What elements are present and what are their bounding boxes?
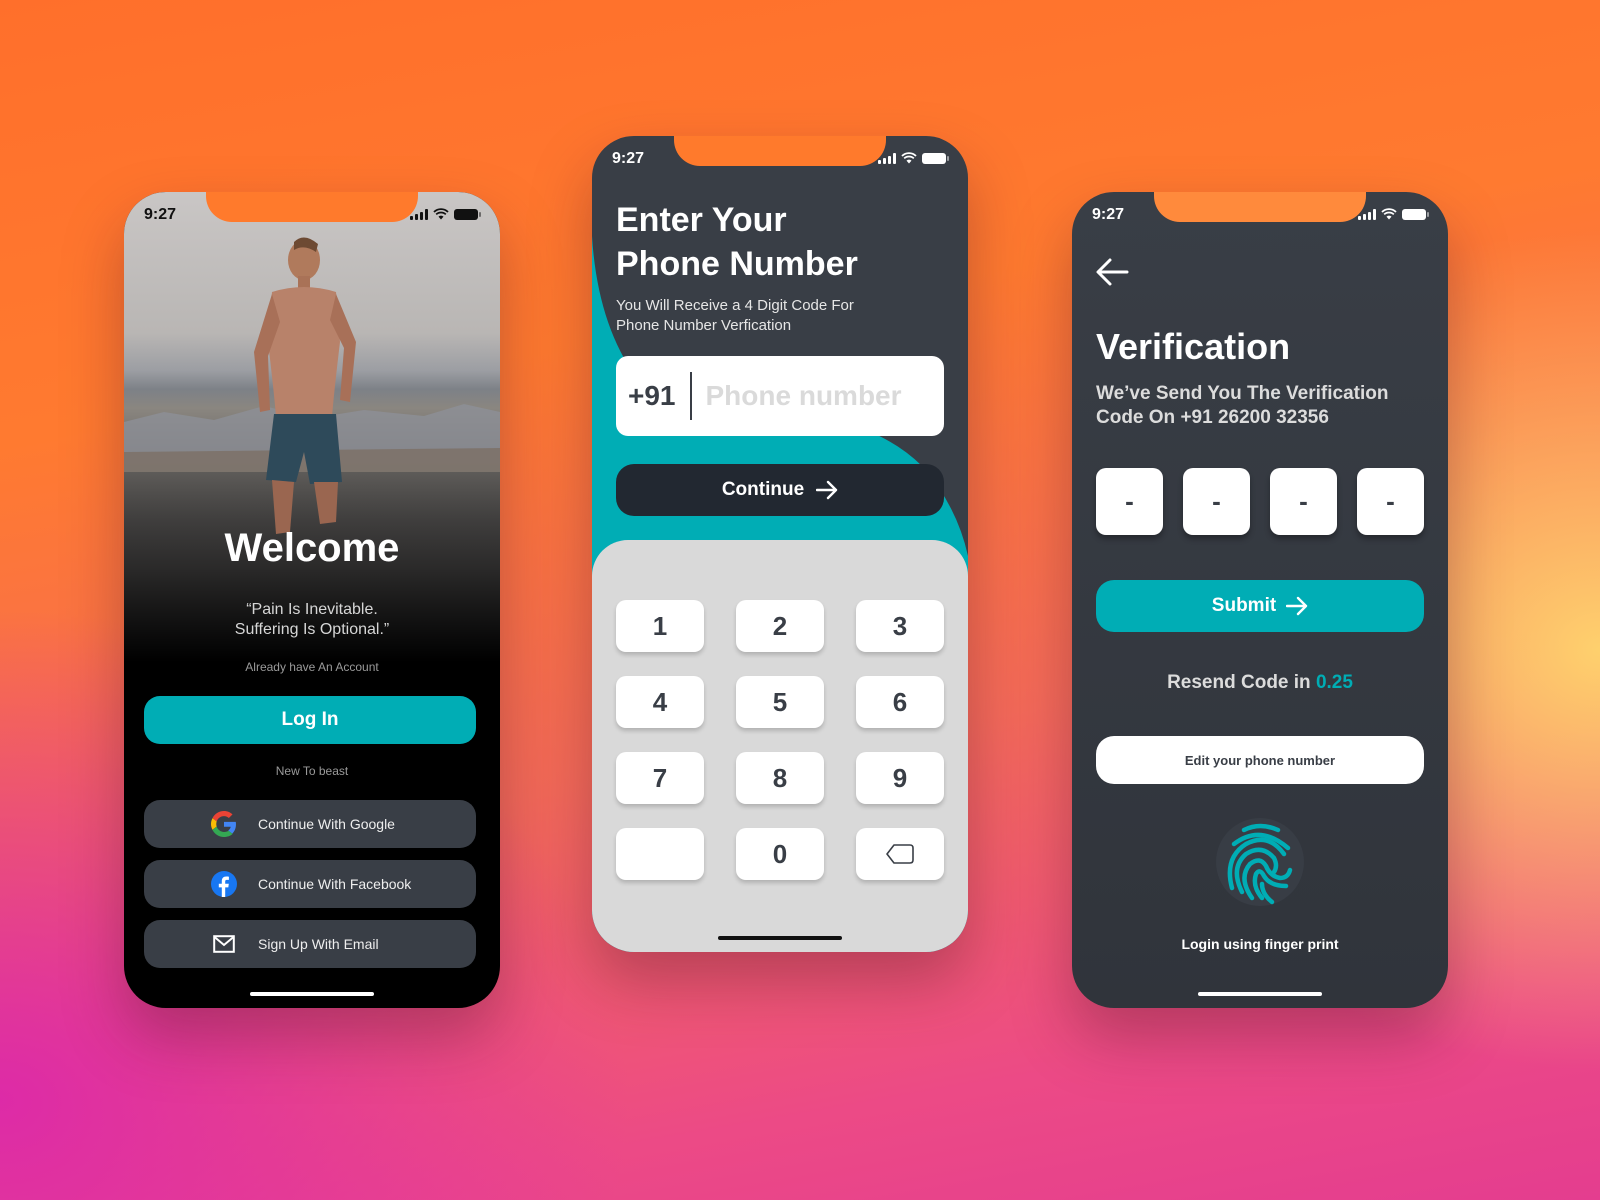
new-to-text: New To beast xyxy=(275,764,349,778)
key-7[interactable]: 7 xyxy=(616,752,704,804)
resend-timer: 0.25 xyxy=(1315,672,1353,693)
continue-button[interactable]: Continue xyxy=(616,464,944,516)
fingerprint-icon xyxy=(1227,823,1293,905)
hero-photo xyxy=(124,192,500,662)
continue-with-google-button[interactable]: Continue With Google xyxy=(144,800,476,848)
key-3[interactable]: 3 xyxy=(856,600,944,652)
otp-digit-3[interactable]: - xyxy=(1270,468,1337,535)
runner-figure xyxy=(254,237,356,534)
numeric-keypad: 1 2 3 4 5 6 7 8 9 0 xyxy=(592,540,968,952)
home-indicator[interactable] xyxy=(250,992,374,996)
phone-number-input[interactable] xyxy=(705,380,926,412)
email-icon xyxy=(210,930,238,958)
key-9[interactable]: 9 xyxy=(856,752,944,804)
key-8[interactable]: 8 xyxy=(736,752,824,804)
key-5[interactable]: 5 xyxy=(736,676,824,728)
battery-icon xyxy=(1402,208,1429,220)
key-backspace[interactable] xyxy=(856,828,944,880)
welcome-title: Welcome xyxy=(224,526,400,570)
otp-digit-2[interactable]: - xyxy=(1183,468,1250,535)
fingerprint-button[interactable] xyxy=(1216,818,1304,906)
page-title: Verification xyxy=(1096,326,1291,367)
wifi-icon xyxy=(433,208,449,220)
key-0[interactable]: 0 xyxy=(736,828,824,880)
page-title: Enter Your Phone Number xyxy=(616,201,858,283)
status-time: 9:27 xyxy=(1092,206,1125,223)
notch xyxy=(1154,192,1366,222)
backspace-icon xyxy=(886,844,914,864)
page-subtitle: We’ve Send You The Verification Code On … xyxy=(1096,383,1389,428)
notch xyxy=(674,136,886,166)
email-button-label: Sign Up With Email xyxy=(258,936,379,952)
home-indicator[interactable] xyxy=(1198,992,1322,996)
otp-digit-1[interactable]: - xyxy=(1096,468,1163,535)
key-1[interactable]: 1 xyxy=(616,600,704,652)
wifi-icon xyxy=(901,152,917,164)
google-button-label: Continue With Google xyxy=(258,816,395,832)
facebook-icon xyxy=(210,870,238,898)
home-indicator[interactable] xyxy=(718,936,842,940)
resend-code-text: Resend Code in 0.25 xyxy=(1167,672,1353,693)
battery-icon xyxy=(454,208,481,220)
text-cursor xyxy=(689,372,692,420)
key-4[interactable]: 4 xyxy=(616,676,704,728)
otp-input-group: - - - - xyxy=(1096,468,1424,535)
already-account-text: Already have An Account xyxy=(245,660,379,674)
edit-phone-number-button[interactable]: Edit your phone number xyxy=(1096,736,1424,784)
sign-up-with-email-button[interactable]: Sign Up With Email xyxy=(144,920,476,968)
otp-digit-4[interactable]: - xyxy=(1357,468,1424,535)
quote-text: “Pain Is Inevitable. Suffering Is Option… xyxy=(234,601,390,638)
arrow-right-icon xyxy=(1286,596,1308,616)
key-2[interactable]: 2 xyxy=(736,600,824,652)
login-button[interactable]: Log In xyxy=(144,696,476,744)
country-code[interactable]: +91 xyxy=(628,380,676,412)
welcome-screen: 9:27 Welcome “Pain Is Inevitable. Suffer… xyxy=(124,192,500,1008)
fingerprint-label: Login using finger print xyxy=(1181,936,1339,952)
phone-number-field[interactable]: +91 xyxy=(616,356,944,436)
arrow-right-icon xyxy=(816,480,838,500)
battery-icon xyxy=(922,152,949,164)
key-6[interactable]: 6 xyxy=(856,676,944,728)
google-icon xyxy=(210,810,238,838)
verification-screen: 9:27 Verification We’ve Send You The Ver… xyxy=(1072,192,1448,1008)
submit-button[interactable]: Submit xyxy=(1096,580,1424,632)
facebook-button-label: Continue With Facebook xyxy=(258,876,412,892)
key-blank[interactable] xyxy=(616,828,704,880)
status-time: 9:27 xyxy=(612,150,645,167)
continue-with-facebook-button[interactable]: Continue With Facebook xyxy=(144,860,476,908)
back-arrow-icon[interactable] xyxy=(1094,254,1130,290)
notch xyxy=(206,192,418,222)
wifi-icon xyxy=(1381,208,1397,220)
status-time: 9:27 xyxy=(144,206,177,223)
page-subtitle: You Will Receive a 4 Digit Code For Phon… xyxy=(616,297,854,334)
phone-entry-screen: 9:27 Enter Your Phone Number You Will Re… xyxy=(592,136,968,952)
